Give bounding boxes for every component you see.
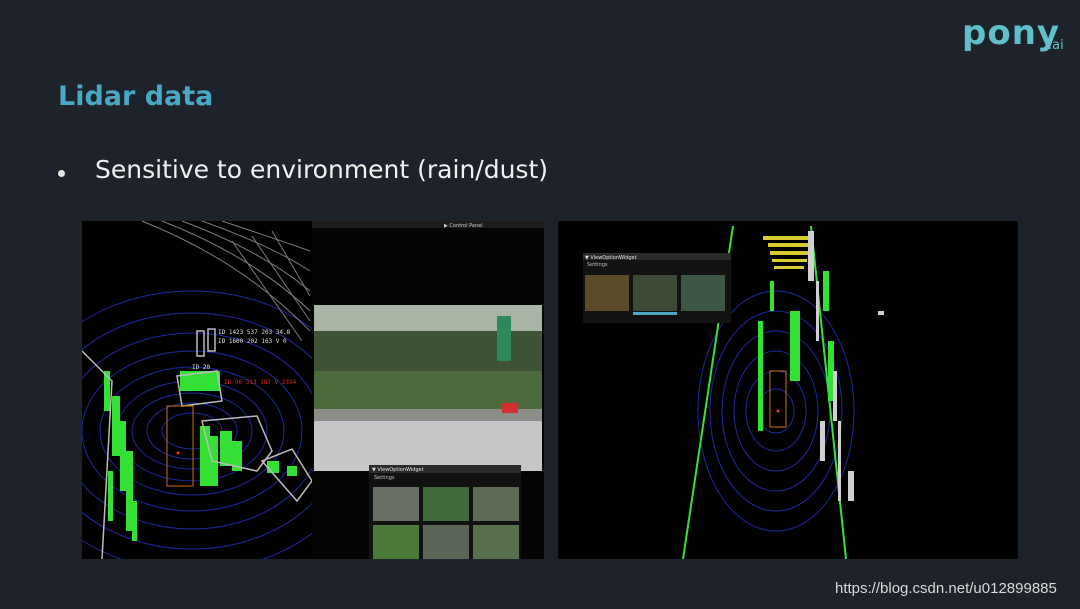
annotation-4: ID 96 313 187 V 2394 [224, 379, 297, 386]
slide: pony .ai Lidar data Sensitive to environ… [0, 0, 1080, 609]
lidar-visualization-left: ID 1423 537 203 34.8 ID 1600 202 163 V 0… [82, 221, 544, 559]
bullet-icon [58, 169, 65, 177]
annotation-3: ID 20 [192, 364, 210, 371]
bullet-item: Sensitive to environment (rain/dust) [58, 152, 548, 188]
view-widget-title[interactable]: ▼ ViewOptionWidget [372, 467, 424, 473]
lidar-visualization-right: ▼ ViewOptionWidget Settings [558, 221, 1018, 559]
watermark: https://blog.csdn.net/u012899885 [835, 580, 1057, 597]
view-widget-settings[interactable]: Settings [374, 475, 395, 481]
bullet-text: Sensitive to environment (rain/dust) [95, 155, 549, 184]
pony-ai-logo: pony .ai [962, 14, 1066, 58]
lidar-screenshot-left: ID 1423 537 203 34.8 ID 1600 202 163 V 0… [82, 221, 544, 559]
camera-thumbnails-right[interactable] [585, 275, 725, 315]
view-widget-title-right[interactable]: ▼ ViewOptionWidget [585, 255, 637, 261]
view-widget-settings-right[interactable]: Settings [587, 262, 608, 268]
control-panel-label[interactable]: ▶ Control Panel [444, 223, 483, 229]
logo-suffix: .ai [1048, 38, 1064, 53]
slide-title: Lidar data [58, 81, 214, 112]
camera-image [314, 305, 542, 471]
annotation-1: ID 1423 537 203 34.8 [218, 329, 291, 336]
annotation-2: ID 1600 202 163 V 0 [218, 338, 287, 345]
logo-word: pony [962, 13, 1061, 53]
lidar-screenshot-right: ▼ ViewOptionWidget Settings [558, 221, 1018, 559]
